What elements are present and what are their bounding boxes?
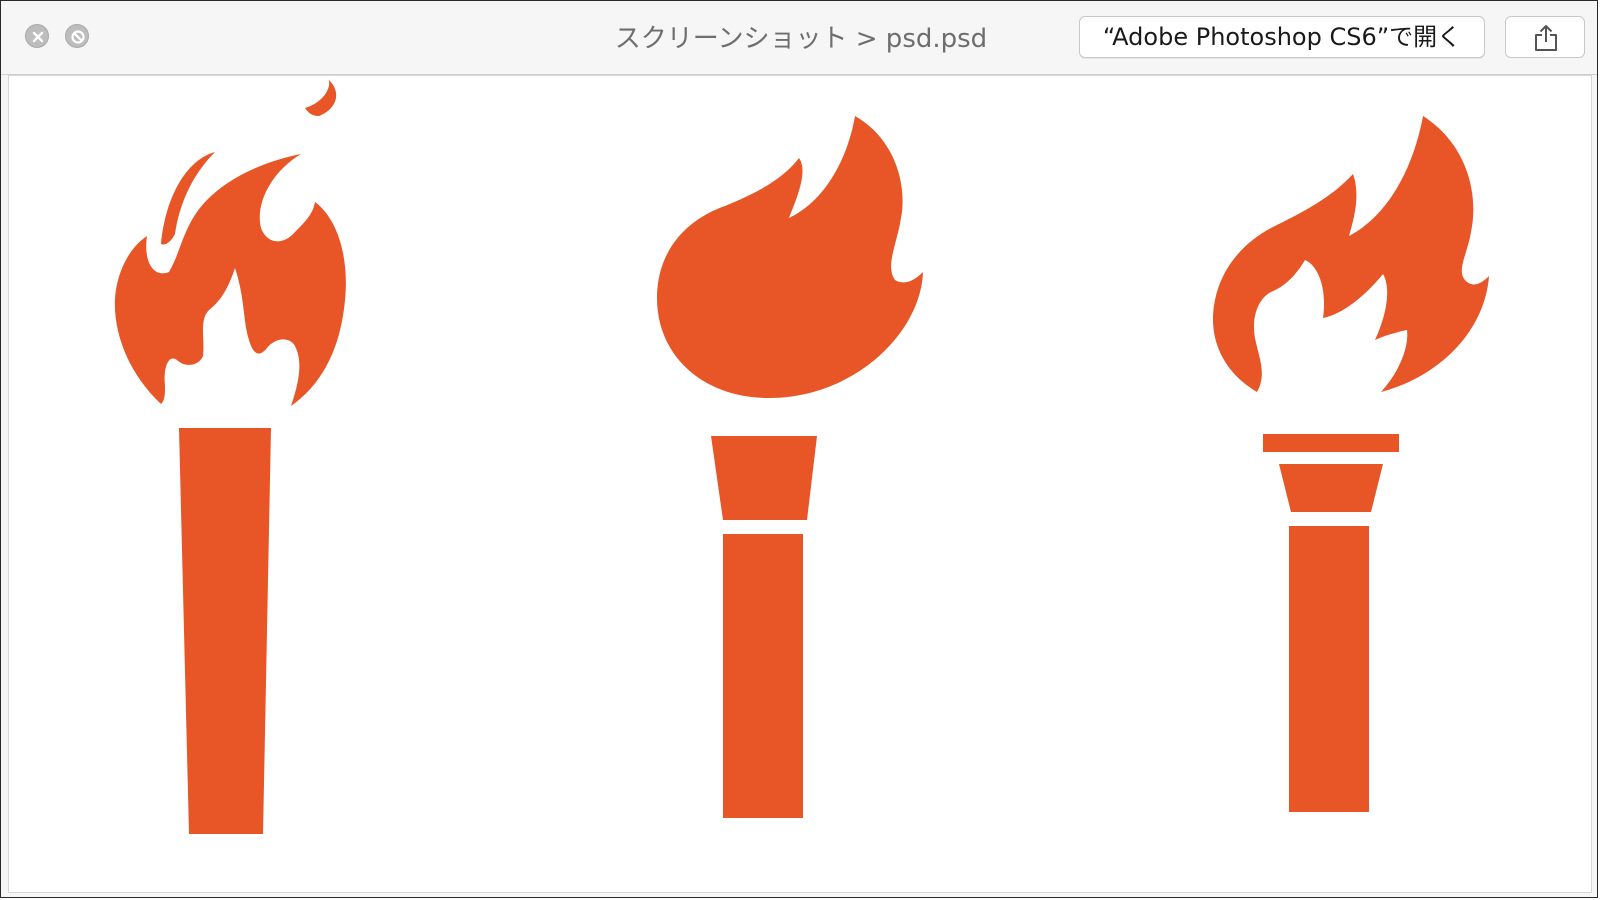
minimize-icon — [71, 30, 85, 44]
torch-1-flame — [114, 154, 346, 406]
torch-3 — [1212, 116, 1489, 812]
torch-3-head — [1279, 464, 1383, 512]
torch-2-flame — [657, 116, 923, 398]
torch-3-rim — [1263, 434, 1399, 452]
torch-1-handle — [179, 428, 271, 834]
torch-3-flame — [1212, 116, 1489, 392]
share-button[interactable] — [1505, 16, 1585, 58]
torch-3-handle — [1289, 526, 1369, 812]
close-icon — [32, 31, 44, 43]
torch-1-flame-spark — [305, 80, 337, 116]
torch-illustration — [114, 80, 1489, 834]
torch-2-head — [711, 436, 817, 520]
title-bar[interactable]: スクリーンショット > psd.psd “Adobe Photoshop CS6… — [1, 1, 1597, 75]
image-preview — [8, 75, 1592, 893]
torch-2 — [657, 116, 923, 818]
open-with-photoshop-button[interactable]: “Adobe Photoshop CS6”で開く — [1079, 16, 1485, 58]
close-button[interactable] — [25, 24, 49, 48]
quicklook-window: スクリーンショット > psd.psd “Adobe Photoshop CS6… — [0, 0, 1598, 898]
torch-1 — [114, 80, 346, 834]
window-title: スクリーンショット > psd.psd — [614, 24, 988, 54]
torch-2-handle — [723, 534, 803, 818]
share-icon — [1535, 25, 1557, 51]
minimize-button[interactable] — [65, 24, 89, 48]
